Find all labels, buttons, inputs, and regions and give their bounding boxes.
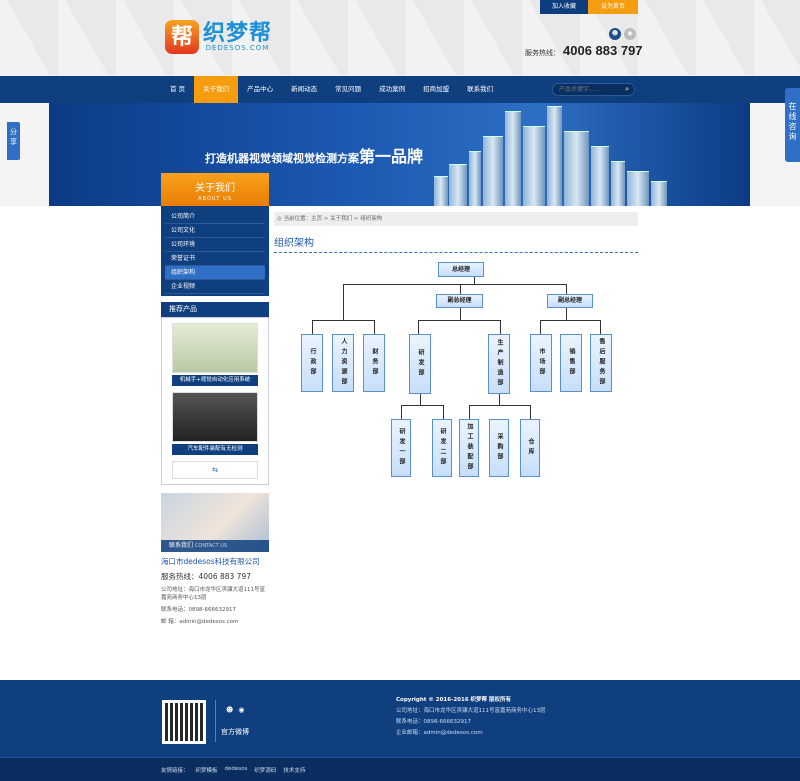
hotline-label: 服务热线： bbox=[525, 49, 560, 57]
nav-about[interactable]: 关于我们 bbox=[194, 76, 239, 103]
product-caption[interactable]: 汽车配件装配有无检测 bbox=[172, 444, 258, 455]
org-vp-1: 副总经理 bbox=[436, 294, 483, 308]
sidebar-item-intro[interactable]: 公司简介 bbox=[165, 210, 265, 224]
logo-domain: DEDESOS.COM bbox=[205, 44, 270, 52]
banner-title-emphasis: 第一品牌 bbox=[359, 147, 424, 166]
footer-weibo-label[interactable]: 官方微博 bbox=[221, 727, 249, 737]
footer-email: 企业邮箱：admin@dedesos.com bbox=[396, 730, 483, 736]
breadcrumb-text[interactable]: 当前位置：主页 > 关于我们 > 组织架构 bbox=[284, 216, 383, 222]
contact-image: 联系我们 CONTACT US bbox=[161, 493, 269, 552]
contact-title: 联系我们 CONTACT US bbox=[161, 540, 269, 552]
search-input[interactable] bbox=[553, 84, 618, 95]
sidebar-item-honors[interactable]: 荣誉证书 bbox=[165, 252, 265, 266]
friend-link[interactable]: 织梦模板 bbox=[196, 766, 218, 774]
friend-link[interactable]: dedesos bbox=[225, 766, 248, 774]
org-dept-production: 生产制造部 bbox=[488, 334, 510, 394]
org-sub-rd1: 研发一部 bbox=[391, 419, 411, 477]
product-image[interactable] bbox=[172, 323, 258, 373]
org-sub-purchase: 采购部 bbox=[489, 419, 509, 477]
footer-tel: 联系电话：0898-666632917 bbox=[396, 719, 471, 725]
nav-cases[interactable]: 成功案例 bbox=[370, 76, 414, 103]
breadcrumb: ◎ 当前位置：主页 > 关于我们 > 组织架构 bbox=[274, 212, 638, 226]
nav-news[interactable]: 新闻动态 bbox=[282, 76, 326, 103]
weibo-icon[interactable]: ◉ bbox=[624, 28, 636, 40]
qq-icon[interactable]: ☻ bbox=[609, 28, 621, 40]
footer-social: ☻ ◉ bbox=[226, 706, 244, 714]
footer-bottom bbox=[0, 757, 800, 781]
contact-email: 邮 箱：admin@dedesos.com bbox=[161, 619, 239, 625]
banner: 打造机器视觉领域视觉检测方案第一品牌 bbox=[49, 103, 750, 206]
recommended-header: 推荐产品 bbox=[161, 302, 269, 317]
scroll-arrows-icon[interactable]: ⇆ bbox=[172, 461, 258, 479]
friend-links-label: 友情链接： bbox=[161, 768, 189, 774]
company-name: 海口市dedesos科技有限公司 bbox=[161, 557, 260, 566]
sidebar-about-title: 关于我们 bbox=[195, 183, 235, 194]
set-homepage-link[interactable]: 设为首页 bbox=[588, 0, 638, 14]
online-consult-tab[interactable]: 在线咨询 bbox=[785, 88, 800, 162]
logo-mark-icon: 帮 bbox=[165, 20, 199, 54]
main-content: ◎ 当前位置：主页 > 关于我们 > 组织架构 组织架构 bbox=[274, 212, 638, 253]
banner-title: 打造机器视觉领域视觉检测方案第一品牌 bbox=[205, 143, 423, 167]
org-sub-assembly: 加工装配部 bbox=[459, 419, 479, 477]
sidebar-item-culture[interactable]: 公司文化 bbox=[165, 224, 265, 238]
logo-name: 织梦帮 bbox=[203, 21, 273, 46]
main-nav: 首 页 关于我们 产品中心 新闻动态 常见问题 成功案例 招商加盟 联系我们 ⌕ bbox=[0, 76, 800, 103]
site-logo[interactable]: 帮 织梦帮 DEDESOS.COM bbox=[165, 20, 272, 54]
contact-info: 海口市dedesos科技有限公司 服务热线：4006 883 797 公司地址：… bbox=[161, 556, 269, 626]
friend-link[interactable]: 技术支持 bbox=[283, 766, 305, 774]
sidebar-item-environment[interactable]: 公司环境 bbox=[165, 238, 265, 252]
nav-contact[interactable]: 联系我们 bbox=[458, 76, 502, 103]
org-dept-admin: 行政部 bbox=[301, 334, 323, 392]
nav-join[interactable]: 招商加盟 bbox=[414, 76, 458, 103]
footer-address: 公司地址：海口市龙华区滨濂大道111号富嘉苑商务中心13层 bbox=[396, 708, 546, 714]
banner-title-text: 打造机器视觉领域视觉检测方案 bbox=[205, 152, 359, 165]
nav-faq[interactable]: 常见问题 bbox=[326, 76, 370, 103]
org-dept-rd: 研发部 bbox=[409, 334, 431, 394]
org-sub-warehouse: 仓库 bbox=[520, 419, 540, 477]
org-dept-sales: 销售部 bbox=[560, 334, 582, 392]
share-tab[interactable]: 分享 bbox=[7, 122, 20, 160]
nav-home[interactable]: 首 页 bbox=[161, 76, 194, 103]
sidebar-about-subtitle: ABOUT US bbox=[198, 196, 232, 202]
hotline-number: 4006 883 797 bbox=[563, 43, 643, 58]
footer-copyright: Copyright © 2016-2016 织梦帮 版权所有 bbox=[396, 697, 511, 703]
org-dept-market: 市场部 bbox=[530, 334, 552, 392]
contact-address: 公司地址：海口市龙华区滨濂大道111号富嘉苑商务中心13层 bbox=[161, 587, 265, 601]
friend-link[interactable]: 织梦源码 bbox=[254, 766, 276, 774]
product-image[interactable] bbox=[172, 392, 258, 442]
sidebar-menu: 公司简介 公司文化 公司环境 荣誉证书 组织架构 企业视频 bbox=[161, 206, 269, 296]
search-icon[interactable]: ⌕ bbox=[625, 85, 629, 94]
weibo-icon[interactable]: ◉ bbox=[238, 706, 244, 714]
org-dept-hr: 人力资源部 bbox=[332, 334, 354, 392]
contact-phone: 服务热线：4006 883 797 bbox=[161, 572, 251, 581]
sidebar-item-structure[interactable]: 组织架构 bbox=[165, 266, 265, 280]
nav-products[interactable]: 产品中心 bbox=[238, 76, 282, 103]
page-title: 组织架构 bbox=[274, 234, 638, 253]
contact-tel: 联系电话：0898-666632917 bbox=[161, 607, 236, 613]
add-favorite-link[interactable]: 加入收藏 bbox=[540, 0, 588, 14]
header-social: ☻ ◉ bbox=[609, 28, 636, 40]
org-dept-service: 售后服务部 bbox=[590, 334, 612, 392]
friend-links: 友情链接： 织梦模板 dedesos 织梦源码 技术支持 bbox=[161, 766, 305, 774]
org-ceo: 总经理 bbox=[438, 262, 484, 277]
org-sub-rd2: 研发二部 bbox=[432, 419, 452, 477]
qr-code bbox=[162, 700, 206, 744]
footer-info: Copyright © 2016-2016 织梦帮 版权所有 公司地址：海口市龙… bbox=[396, 695, 546, 739]
header-background bbox=[0, 0, 800, 75]
sidebar-about-header: 关于我们 ABOUT US bbox=[161, 173, 269, 206]
hotline: 服务热线： 4006 883 797 bbox=[525, 43, 643, 58]
sidebar: 关于我们 ABOUT US 公司简介 公司文化 公司环境 荣誉证书 组织架构 企… bbox=[161, 173, 269, 626]
sidebar-item-video[interactable]: 企业视频 bbox=[165, 280, 265, 294]
org-vp-2: 副总经理 bbox=[547, 294, 593, 308]
recommended-list: 机械手+视觉自动化应用系统 汽车配件装配有无检测 ⇆ bbox=[161, 317, 269, 485]
org-dept-finance: 财务部 bbox=[363, 334, 385, 392]
footer-divider bbox=[215, 700, 216, 742]
top-bar: 加入收藏 设为首页 bbox=[540, 0, 638, 14]
product-caption[interactable]: 机械手+视觉自动化应用系统 bbox=[172, 375, 258, 386]
search-box: ⌕ bbox=[552, 83, 635, 96]
qq-icon[interactable]: ☻ bbox=[226, 706, 233, 714]
